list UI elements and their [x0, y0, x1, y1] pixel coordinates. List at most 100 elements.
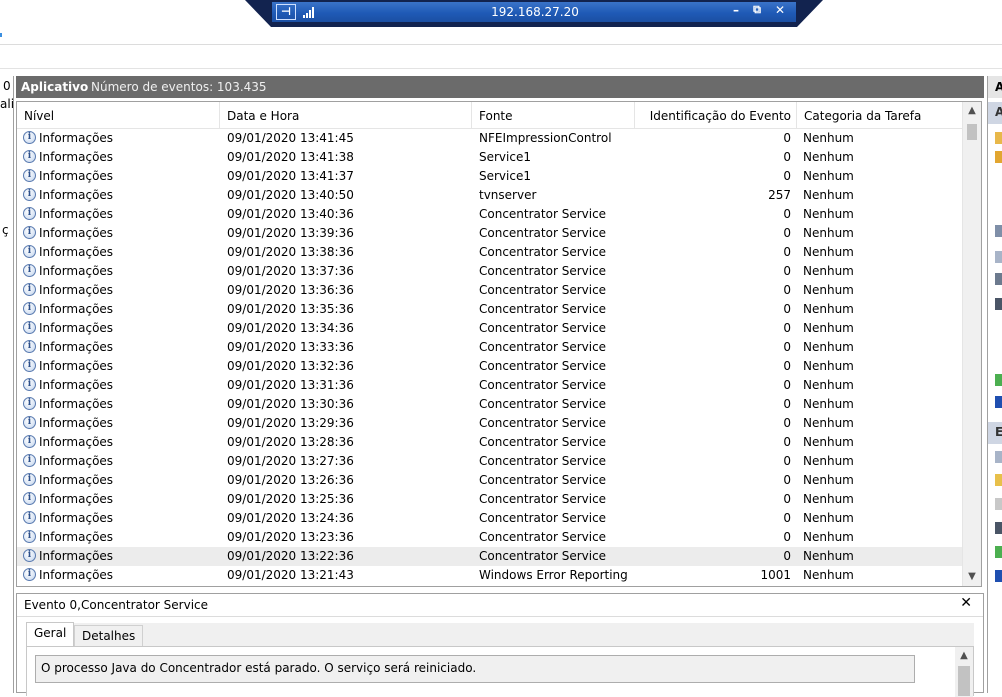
filter-funnel-icon[interactable] — [995, 225, 1002, 237]
close-button[interactable]: ✕ — [772, 3, 788, 17]
scroll-up-icon[interactable]: ▲ — [963, 102, 981, 120]
event-source: Concentrator Service — [479, 378, 607, 392]
event-message-box[interactable]: O processo Java do Concentrador está par… — [35, 655, 915, 683]
event-row[interactable]: i Informações 09/01/2020 13:28:36 Concentra… — [17, 433, 963, 452]
column-header-level[interactable]: Nível — [17, 102, 220, 128]
details-scrollbar[interactable]: ▲ — [955, 647, 973, 697]
event-row[interactable]: i Informações 09/01/2020 13:40:36 Concentra… — [17, 205, 963, 224]
column-header-date[interactable]: Data e Hora — [220, 102, 472, 128]
event-row[interactable]: i Informações 09/01/2020 13:30:36 Concentra… — [17, 395, 963, 414]
close-details-icon[interactable]: ✕ — [960, 595, 972, 611]
event-list[interactable]: Nível Data e Hora Fonte Identificação do… — [16, 101, 982, 587]
scroll-down-icon[interactable]: ▼ — [963, 568, 981, 586]
event-level: Informações — [39, 397, 114, 411]
attach-task-icon[interactable] — [995, 474, 1002, 486]
help-event-icon[interactable] — [995, 570, 1002, 582]
event-row[interactable]: i Informações 09/01/2020 13:32:36 Concentra… — [17, 357, 963, 376]
event-row[interactable]: i Informações 09/01/2020 13:33:36 Concentra… — [17, 338, 963, 357]
event-id: 0 — [783, 264, 791, 278]
event-row[interactable]: i Informações 09/01/2020 13:24:36 Concentra… — [17, 509, 963, 528]
event-row[interactable]: i Informações 09/01/2020 13:29:36 Concentra… — [17, 414, 963, 433]
event-id: 0 — [783, 454, 791, 468]
column-header-event-id[interactable]: Identificação do Evento — [635, 102, 797, 128]
save-selected-icon[interactable] — [995, 522, 1002, 534]
column-header-source[interactable]: Fonte — [472, 102, 635, 128]
event-category: Nenhum — [803, 454, 854, 468]
refresh-icon[interactable] — [995, 374, 1002, 386]
scrollbar-thumb[interactable] — [958, 666, 970, 696]
properties-icon[interactable] — [995, 251, 1002, 263]
information-icon: i — [23, 131, 36, 144]
open-folder-icon[interactable] — [995, 132, 1002, 144]
event-properties-icon[interactable] — [995, 451, 1002, 463]
event-row[interactable]: i Informações 09/01/2020 13:37:36 Concentra… — [17, 262, 963, 281]
scroll-up-icon[interactable]: ▲ — [955, 647, 973, 665]
event-id: 0 — [783, 302, 791, 316]
event-source: Concentrator Service — [479, 454, 607, 468]
vertical-scrollbar[interactable]: ▲ ▼ — [962, 102, 981, 586]
event-details-pane: Evento 0,Concentrator Service ✕ Geral De… — [16, 593, 984, 697]
actions-section-header[interactable]: A — [988, 102, 1002, 124]
information-icon: i — [23, 245, 36, 258]
event-row[interactable]: i Informações 09/01/2020 13:34:36 Concentra… — [17, 319, 963, 338]
event-level: Informações — [39, 169, 114, 183]
event-date: 09/01/2020 13:27:36 — [227, 454, 354, 468]
information-icon: i — [23, 511, 36, 524]
event-level: Informações — [39, 530, 114, 544]
event-level: Informações — [39, 226, 114, 240]
event-row[interactable]: i Informações 09/01/2020 13:40:50 tvnserver… — [17, 186, 963, 205]
event-category: Nenhum — [803, 226, 854, 240]
event-id: 0 — [783, 207, 791, 221]
tab-general[interactable]: Geral — [26, 622, 75, 646]
help-icon[interactable] — [995, 396, 1002, 408]
tab-details[interactable]: Detalhes — [74, 625, 144, 646]
tree-item-fragment[interactable]: ali — [0, 97, 13, 111]
event-category: Nenhum — [803, 169, 854, 183]
event-id: 0 — [783, 378, 791, 392]
scrollbar-thumb[interactable] — [967, 124, 977, 140]
event-row[interactable]: i Informações 09/01/2020 13:22:36 Concentra… — [17, 547, 963, 566]
event-row[interactable]: i Informações 09/01/2020 13:35:36 Concentra… — [17, 300, 963, 319]
event-id: 0 — [783, 416, 791, 430]
event-date: 09/01/2020 13:37:36 — [227, 264, 354, 278]
event-row[interactable]: i Informações 09/01/2020 13:26:36 Concentra… — [17, 471, 963, 490]
event-level: Informações — [39, 568, 114, 582]
tree-item-fragment[interactable]: 0 — [3, 79, 11, 93]
event-row[interactable]: i Informações 09/01/2020 13:36:36 Concentra… — [17, 281, 963, 300]
event-level: Informações — [39, 131, 114, 145]
event-row[interactable]: i Informações 09/01/2020 13:41:37 Service1 0… — [17, 167, 963, 186]
event-category: Nenhum — [803, 321, 854, 335]
event-row[interactable]: i Informações 09/01/2020 13:27:36 Concentra… — [17, 452, 963, 471]
event-row[interactable]: i Informações 09/01/2020 13:23:36 Concentra… — [17, 528, 963, 547]
event-row[interactable]: i Informações 09/01/2020 13:25:36 Concentra… — [17, 490, 963, 509]
event-rows: i Informações 09/01/2020 13:41:45 NFEImpres… — [17, 129, 963, 585]
tree-item-fragment[interactable]: ç — [2, 223, 9, 237]
event-actions-section-header[interactable]: E — [988, 422, 1002, 444]
rdp-host-title: 192.168.27.20 — [491, 5, 579, 19]
event-row[interactable]: i Informações 09/01/2020 13:41:45 NFEImpres… — [17, 129, 963, 148]
event-source: Concentrator Service — [479, 264, 607, 278]
find-icon[interactable] — [995, 273, 1002, 285]
event-level: Informações — [39, 302, 114, 316]
refresh-event-icon[interactable] — [995, 546, 1002, 558]
event-date: 09/01/2020 13:41:37 — [227, 169, 354, 183]
event-actions-label: E — [995, 425, 1002, 439]
event-row[interactable]: i Informações 09/01/2020 13:31:36 Concentra… — [17, 376, 963, 395]
event-row[interactable]: i Informações 09/01/2020 13:21:43 Windows E… — [17, 566, 963, 585]
information-icon: i — [23, 378, 36, 391]
event-category: Nenhum — [803, 416, 854, 430]
event-date: 09/01/2020 13:26:36 — [227, 473, 354, 487]
event-id: 0 — [783, 245, 791, 259]
restore-button[interactable]: ⧉ — [749, 3, 765, 17]
event-level: Informações — [39, 549, 114, 563]
pin-icon[interactable]: ⊣ — [276, 4, 296, 20]
navigation-tree-pane[interactable]: 0 ali ç — [0, 76, 14, 693]
copy-icon[interactable] — [995, 498, 1002, 510]
event-row[interactable]: i Informações 09/01/2020 13:41:38 Service1 0… — [17, 148, 963, 167]
event-row[interactable]: i Informações 09/01/2020 13:39:36 Concentra… — [17, 224, 963, 243]
event-row[interactable]: i Informações 09/01/2020 13:38:36 Concentra… — [17, 243, 963, 262]
column-header-category[interactable]: Categoria da Tarefa — [797, 102, 963, 128]
minimize-button[interactable]: – — [728, 3, 744, 17]
save-icon[interactable] — [995, 298, 1002, 310]
filter-icon[interactable] — [995, 151, 1002, 163]
